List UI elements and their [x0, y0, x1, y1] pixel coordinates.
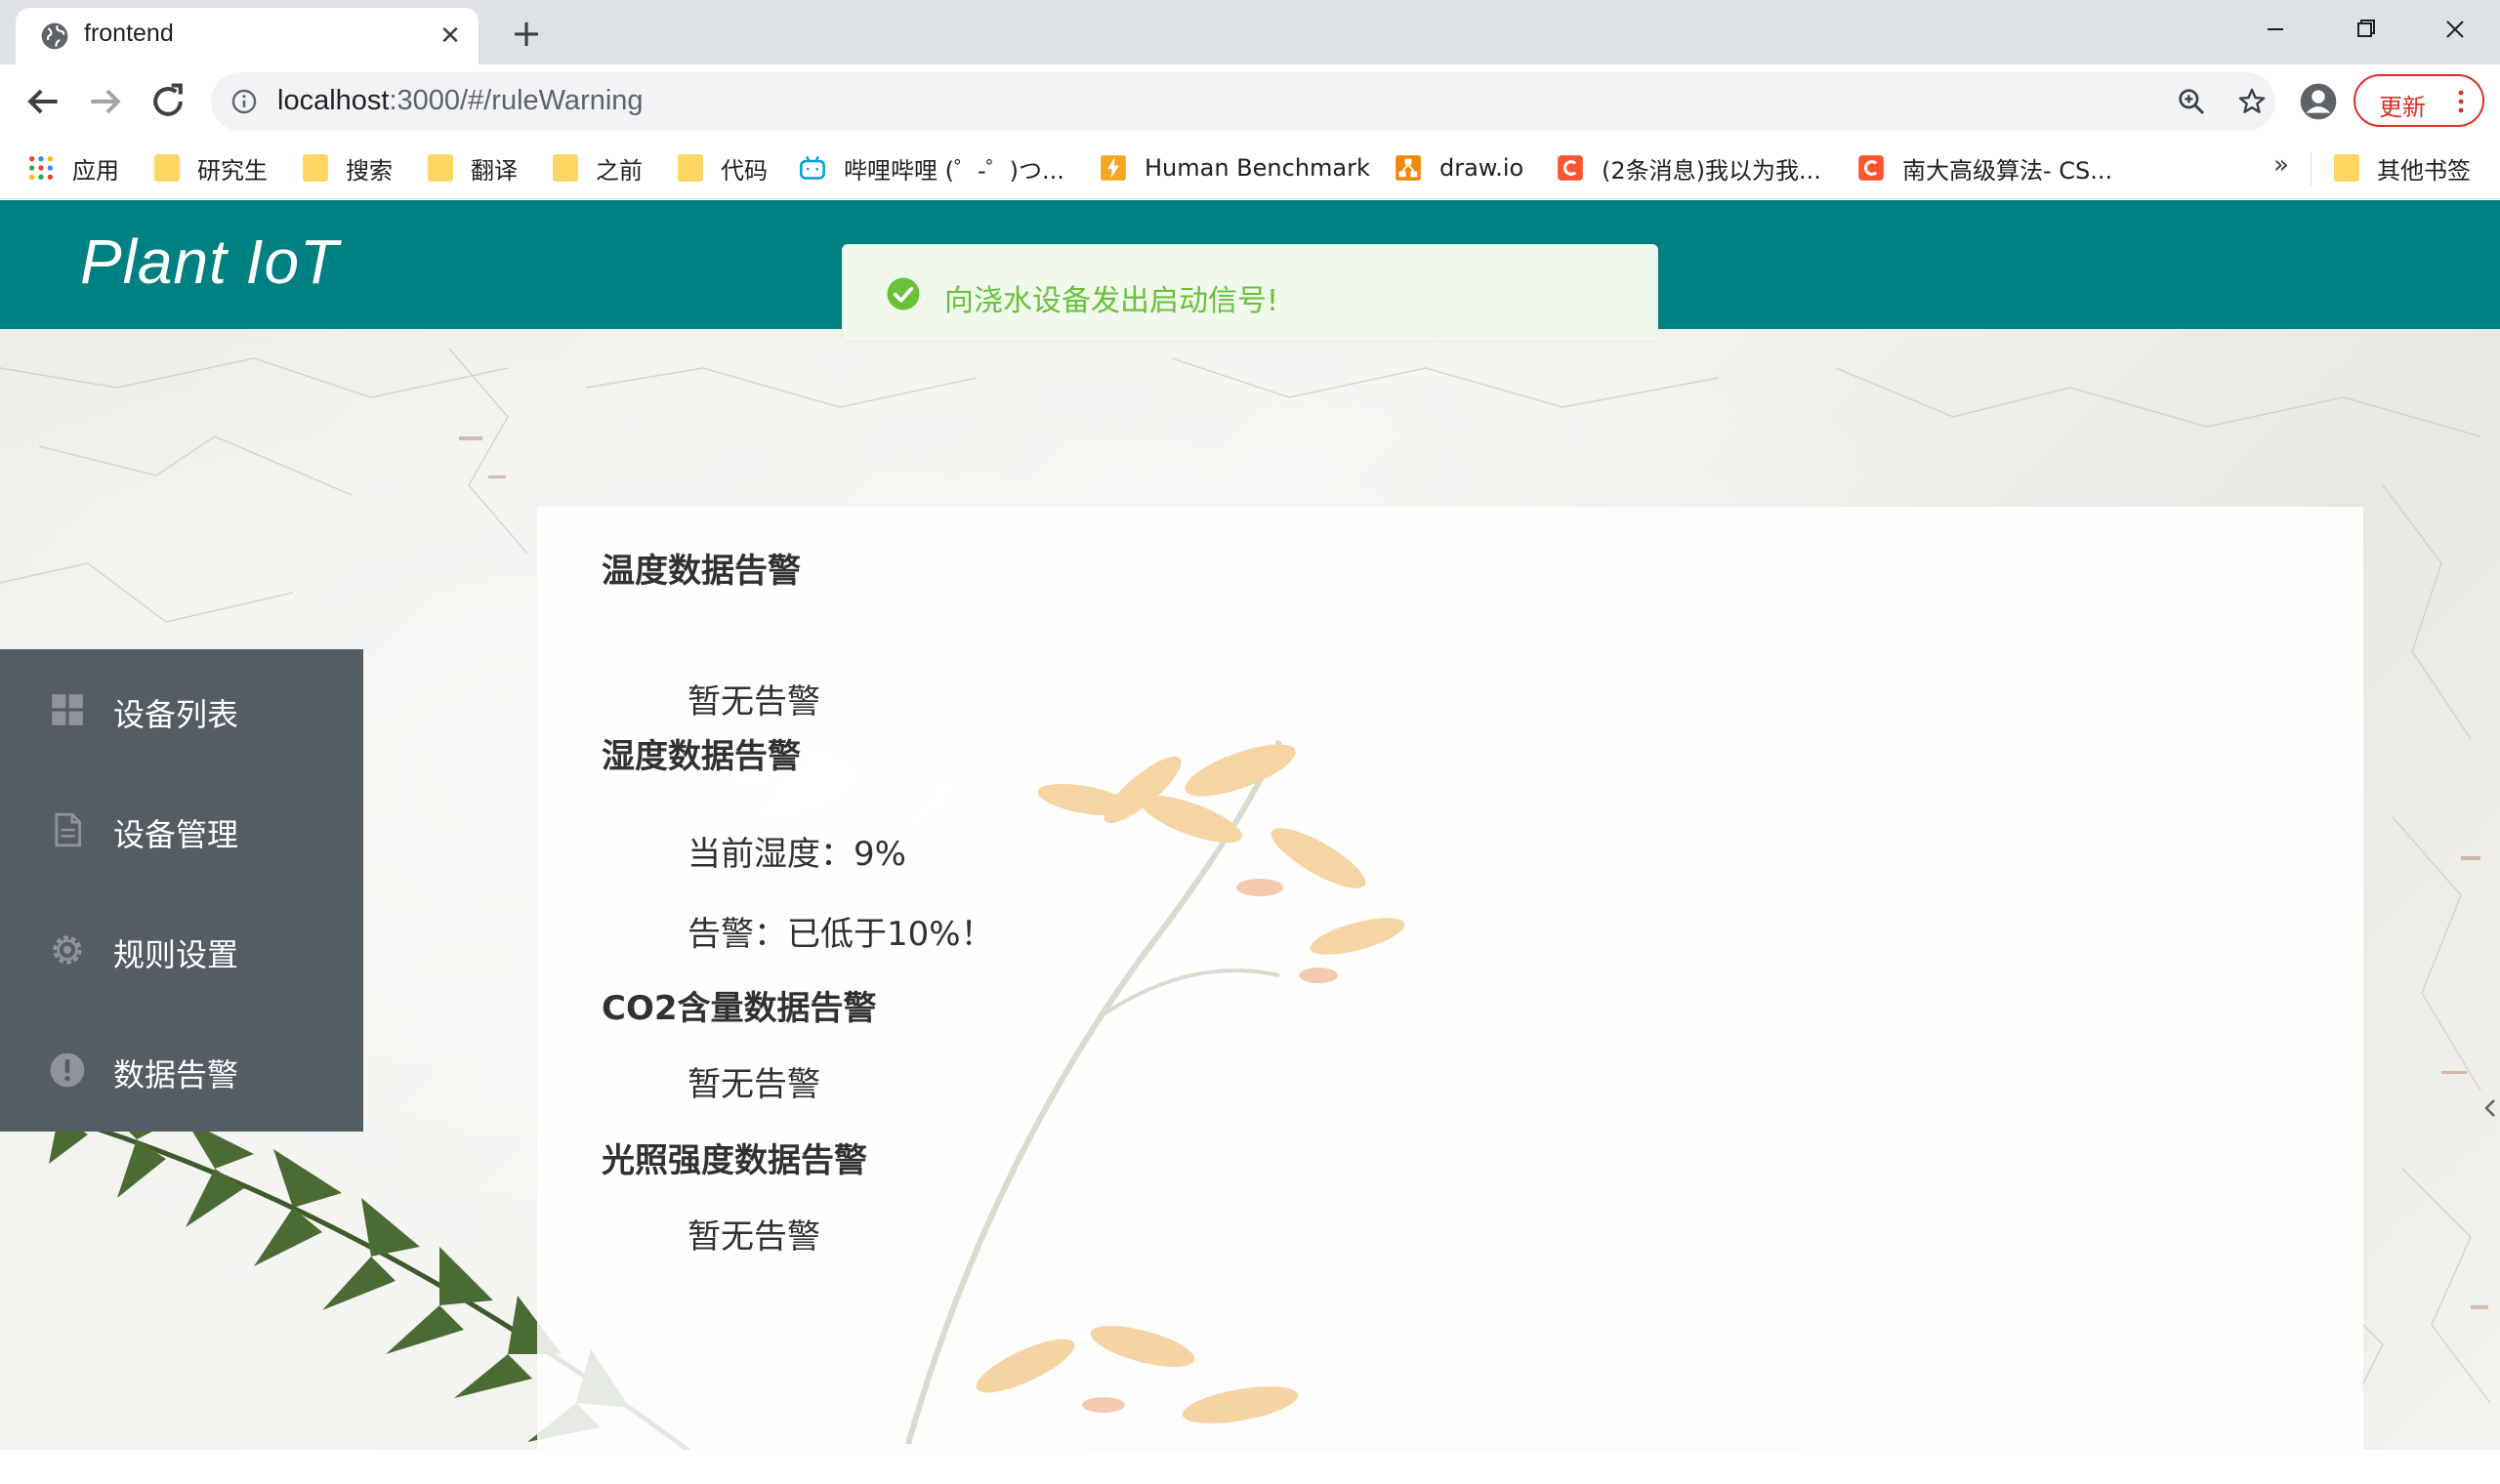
humidity-alert-message: 告警：已低于10%！ [688, 915, 994, 954]
co2-warning-title: CO2含量数据告警 [602, 989, 877, 1028]
success-toast: 向浇水设备发出启动信号! [842, 244, 1658, 342]
app-title: Plant IoT [80, 227, 340, 297]
bookmark-label: 哔哩哔哩 (゜-゜)つ... [844, 156, 1064, 185]
bookmark-label: 南大高级算法- CS... [1902, 156, 2113, 185]
gear-icon [53, 935, 82, 965]
address-bar[interactable]: localhost:3000/#/ruleWarning [211, 72, 2275, 131]
apps-grid-icon [28, 155, 54, 181]
bookmark-label: 代码 [721, 156, 768, 185]
back-arrow-icon[interactable] [21, 80, 64, 123]
folder-icon [678, 154, 703, 182]
browser-tab-strip: frontend ✕ + [0, 0, 2500, 64]
folder-icon [428, 154, 453, 182]
sidebar-item-label: 设备列表 [113, 696, 239, 733]
sidebar-item-rule-settings[interactable]: 规则设置 [0, 889, 363, 1010]
document-icon [55, 812, 82, 847]
co2-warning-status: 暂无告警 [688, 1065, 820, 1104]
folder-icon [303, 154, 328, 182]
lightning-icon [1101, 155, 1126, 181]
menu-dots-icon [2458, 90, 2464, 113]
minimize-icon[interactable] [2246, 10, 2305, 49]
toast-message: 向浇水设备发出启动信号! [944, 284, 1279, 318]
bookmark-label: 研究生 [197, 156, 268, 185]
sidebar-item-label: 设备管理 [113, 816, 239, 853]
warning-icon [50, 1052, 85, 1088]
folder-icon [553, 154, 578, 182]
bookmark-folder[interactable]: 研究生 [154, 146, 268, 189]
bookmark-label: 应用 [72, 156, 119, 185]
close-window-icon[interactable] [2426, 10, 2484, 49]
bookmark-label: 翻译 [471, 156, 518, 185]
bookmark-csdn[interactable]: 南大高级算法- CS... [1857, 146, 2112, 189]
sidebar-item-device-management[interactable]: 设备管理 [0, 769, 363, 889]
temperature-warning-title: 温度数据告警 [602, 552, 801, 591]
bilibili-icon [800, 155, 825, 180]
sidebar-item-label: 规则设置 [113, 936, 239, 973]
bookmark-folder[interactable]: 翻译 [428, 146, 518, 189]
bookmark-label: Human Benchmark [1145, 154, 1370, 182]
sidebar-menu: 设备列表 设备管理 规则设置 数据告警 [0, 649, 363, 1132]
sidebar-item-data-warning[interactable]: 数据告警 [0, 1010, 363, 1130]
tab-title: frontend [84, 20, 174, 47]
csdn-icon [1558, 155, 1583, 181]
bookmark-drawio[interactable]: draw.io [1395, 146, 1523, 189]
bookmark-label: (2条消息)我以为我... [1602, 156, 1821, 185]
temperature-warning-status: 暂无告警 [688, 682, 820, 721]
sidebar-item-label: 数据告警 [113, 1056, 239, 1093]
bookmark-label: 其他书签 [2377, 156, 2471, 185]
bookmark-star-icon[interactable] [2236, 86, 2268, 117]
url-text[interactable]: localhost:3000/#/ruleWarning [277, 85, 644, 117]
bookmark-label: 之前 [596, 156, 643, 185]
bookmarks-divider [2311, 152, 2312, 186]
folder-icon [154, 154, 180, 182]
tab-close-icon[interactable]: ✕ [436, 21, 465, 51]
restore-icon[interactable] [2336, 10, 2395, 49]
drawio-icon [1396, 155, 1421, 181]
bookmark-folder[interactable]: 搜索 [303, 146, 393, 189]
collapse-arrow-icon[interactable] [2479, 1079, 2500, 1137]
zoom-icon[interactable] [2176, 86, 2207, 117]
humidity-warning-title: 湿度数据告警 [602, 737, 801, 776]
page: Plant IoT 设备列表 设备管理 规则设置 数据告警 温度数据告警 暂无告… [0, 200, 2500, 1484]
bookmark-csdn[interactable]: (2条消息)我以为我... [1557, 146, 1821, 189]
forward-arrow-icon[interactable] [84, 80, 127, 123]
bookmark-label: 搜索 [346, 156, 393, 185]
bookmarks-overflow-button[interactable]: » [2273, 150, 2289, 180]
bookmark-folder[interactable]: 代码 [678, 146, 768, 189]
csdn-icon [1858, 155, 1884, 181]
update-label: 更新 [2379, 94, 2426, 121]
flower-illustration [905, 739, 1405, 1444]
light-warning-title: 光照强度数据告警 [602, 1141, 867, 1180]
globe-icon [41, 22, 68, 50]
bookmark-apps[interactable]: 应用 [27, 146, 119, 189]
browser-tab[interactable]: frontend ✕ [16, 8, 479, 64]
warnings-panel: 温度数据告警 暂无告警 湿度数据告警 当前湿度：9% 告警：已低于10%！ CO… [537, 507, 2363, 1473]
humidity-current-value: 当前湿度：9% [688, 835, 906, 874]
check-circle-icon [887, 277, 920, 310]
bookmark-label: draw.io [1439, 154, 1524, 182]
folder-icon [2334, 154, 2359, 182]
reload-icon[interactable] [146, 80, 189, 123]
profile-avatar-icon[interactable] [2299, 82, 2338, 121]
update-button[interactable]: 更新 [2354, 74, 2484, 127]
new-tab-button[interactable]: + [508, 15, 545, 53]
grid-icon [52, 694, 83, 725]
sidebar-item-device-list[interactable]: 设备列表 [0, 649, 363, 769]
bookmark-human-benchmark[interactable]: Human Benchmark [1100, 146, 1370, 189]
url-host: localhost [277, 85, 390, 116]
site-info-icon[interactable] [230, 88, 258, 115]
browser-toolbar: localhost:3000/#/ruleWarning 更新 [0, 64, 2500, 139]
bookmarks-bar: 应用 研究生 搜索 翻译 之前 代码 哔哩哔哩 (゜-゜)つ... Human … [0, 139, 2500, 199]
bookmark-folder[interactable]: 之前 [553, 146, 643, 189]
bookmark-bilibili[interactable]: 哔哩哔哩 (゜-゜)つ... [799, 146, 1064, 189]
bookmark-other-folder[interactable]: 其他书签 [2334, 146, 2471, 189]
light-warning-status: 暂无告警 [688, 1217, 820, 1257]
url-path: :3000/#/ruleWarning [389, 85, 644, 116]
